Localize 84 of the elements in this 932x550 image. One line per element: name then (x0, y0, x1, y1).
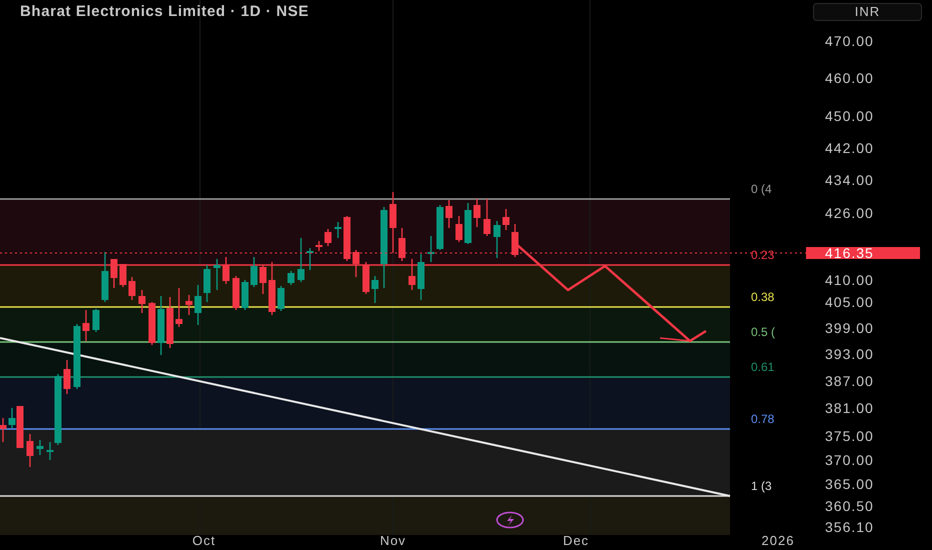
price-axis-label: 426.00 (825, 205, 874, 221)
candle (494, 221, 500, 258)
candle (64, 360, 70, 394)
price-axis-label: 434.00 (825, 172, 874, 188)
candle (82, 310, 90, 341)
candle (102, 252, 108, 302)
candle (110, 259, 118, 288)
time-axis-label: Dec (562, 533, 590, 548)
fib-level-label: 0.78 (751, 412, 774, 426)
candle (242, 280, 248, 310)
projection-tick (660, 337, 690, 342)
chart-title: Bharat Electronics Limited · 1D · NSE (20, 3, 309, 20)
candle (74, 324, 80, 389)
candle (352, 250, 360, 277)
price-axis-label: 365.00 (825, 476, 874, 492)
candle (428, 236, 434, 262)
candle (436, 205, 444, 250)
price-badge: 416.35 (806, 247, 920, 259)
fib-level-label: 0.23 (751, 248, 774, 262)
candle (362, 262, 370, 294)
fib-level-label: 0.5 ( (751, 325, 776, 339)
time-axis-label: Nov (380, 533, 406, 548)
candle (260, 265, 266, 294)
candle (268, 262, 276, 315)
candle (166, 297, 174, 348)
price-axis-label: 381.00 (825, 400, 874, 416)
candle (288, 271, 294, 285)
candle (138, 290, 146, 313)
candle (120, 264, 126, 287)
candle (316, 241, 322, 251)
candle (186, 295, 192, 315)
candle (214, 259, 220, 290)
price-axis-label: 387.00 (825, 373, 874, 389)
candle (484, 199, 490, 236)
time-axis-label: Oct (192, 533, 216, 548)
price-axis-label: 405.00 (825, 294, 874, 310)
candle (176, 288, 182, 327)
price-axis-label: 399.00 (825, 320, 874, 336)
candle (456, 216, 462, 242)
price-axis-label: 360.50 (825, 498, 874, 514)
price-axis-label: 442.00 (825, 140, 874, 156)
candle (446, 200, 452, 228)
candle (222, 257, 230, 284)
candle (92, 309, 100, 332)
candle (250, 257, 258, 287)
candle (344, 216, 350, 261)
lightning-icon[interactable] (496, 512, 524, 528)
candle (512, 224, 518, 257)
price-axis-label: 410.00 (825, 272, 874, 288)
candle (474, 199, 480, 227)
candle (26, 434, 34, 467)
price-axis-label: 470.00 (825, 33, 874, 49)
candle (372, 276, 378, 303)
time-axis-label: 2026 (762, 533, 794, 548)
price-axis-label: 450.00 (825, 108, 874, 124)
candle (204, 265, 210, 302)
candle (408, 259, 416, 290)
candle (298, 238, 304, 282)
candle (0, 418, 6, 442)
candle (148, 302, 156, 345)
candle (464, 203, 472, 244)
price-axis-label: 375.00 (825, 428, 874, 444)
candle (398, 228, 406, 261)
price-axis-label: 393.00 (825, 346, 874, 362)
candle (232, 276, 240, 310)
currency-button[interactable]: INR (813, 3, 922, 21)
candle (334, 222, 342, 238)
fib-level-label: 1 (3 (751, 479, 772, 493)
candle (194, 285, 202, 325)
candle (128, 277, 136, 300)
candle (324, 229, 332, 246)
fib-level-label: 0.38 (751, 290, 774, 304)
candle (36, 440, 44, 455)
candle (158, 296, 164, 355)
price-axis-label: 460.00 (825, 70, 874, 86)
candle (390, 192, 396, 253)
fib-level-label: 0 (4 (751, 182, 772, 196)
fib-level-label: 0.61 (751, 360, 774, 374)
candle (278, 286, 284, 311)
candle (502, 209, 510, 230)
price-axis-label: 356.10 (825, 519, 874, 535)
price-axis-label: 370.00 (825, 452, 874, 468)
candle (306, 248, 314, 270)
candle (418, 254, 424, 300)
